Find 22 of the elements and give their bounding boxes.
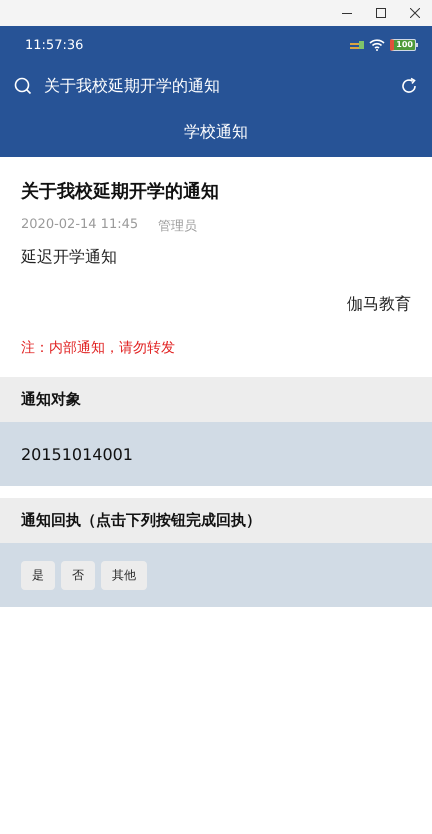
search-query[interactable]: 关于我校延期开学的通知 (44, 76, 388, 96)
receipt-button[interactable]: 其他 (101, 560, 147, 590)
page-title: 学校通知 (184, 122, 248, 143)
status-time: 11:57:36 (25, 38, 84, 52)
search-icon[interactable] (14, 77, 32, 95)
close-icon[interactable] (410, 8, 420, 18)
article-body: 延迟开学通知 (21, 247, 118, 268)
receipt-button[interactable]: 否 (61, 560, 95, 590)
receipt-button[interactable]: 是 (21, 560, 55, 590)
article-title: 关于我校延期开学的通知 (21, 180, 220, 203)
battery-indicator: 100 (390, 39, 418, 51)
publish-date: 2020-02-14 11:45 (21, 217, 138, 234)
section-header: 通知对象 (0, 377, 432, 422)
maximize-icon[interactable] (376, 8, 386, 18)
wifi-icon (369, 39, 386, 51)
refresh-icon[interactable] (400, 77, 418, 95)
notice-note: 注：内部通知，请勿转发 (21, 339, 176, 357)
recipient-id: 20151014001 (21, 444, 133, 464)
signature: 伽马教育 (347, 294, 411, 315)
author: 管理员 (158, 218, 198, 235)
signal-icon (350, 40, 364, 50)
section-header: 通知回执（点击下列按钮完成回执） (0, 498, 432, 543)
